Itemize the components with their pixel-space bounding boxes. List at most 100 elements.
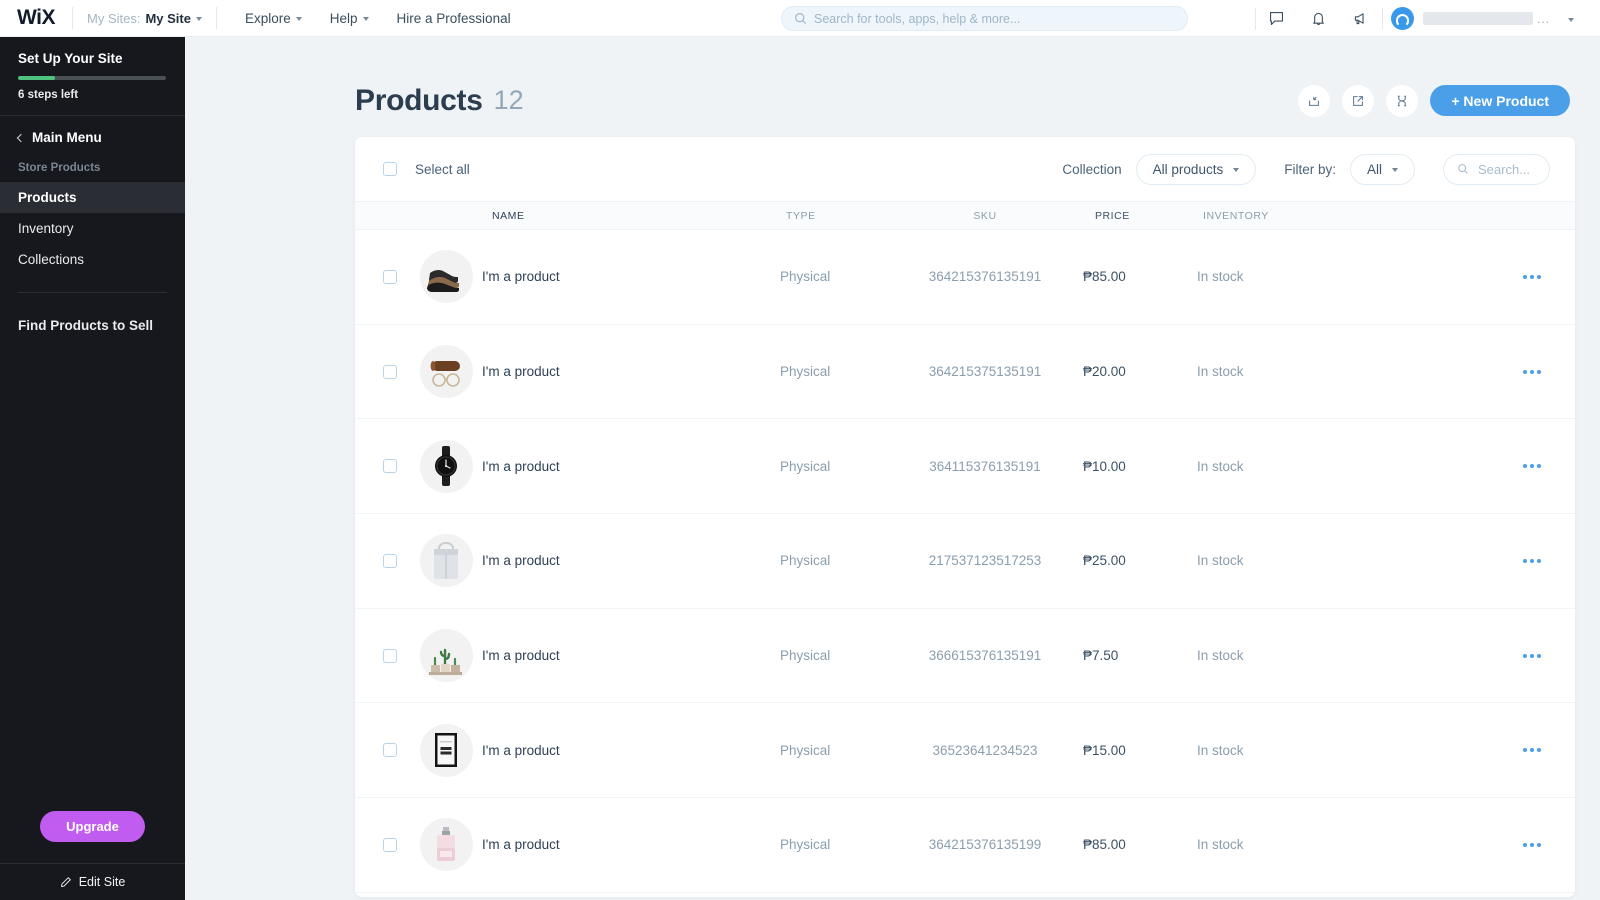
glasses-case-thumbnail	[419, 345, 473, 399]
dot	[1537, 369, 1541, 374]
top-bar-right-actions: ...	[1254, 0, 1592, 37]
dot	[1523, 653, 1527, 658]
dot	[1530, 653, 1534, 658]
cell-product-price: ₱20.00	[1083, 364, 1126, 380]
row-checkbox[interactable]	[383, 553, 397, 568]
cell-product-inventory: In stock	[1197, 648, 1244, 664]
row-more-options-button[interactable]	[1523, 369, 1541, 374]
row-checkbox-cell	[355, 459, 410, 474]
chat-button[interactable]	[1256, 0, 1298, 37]
cell-product-type: Physical	[780, 364, 831, 380]
new-product-button[interactable]: + New Product	[1430, 85, 1570, 116]
row-checkbox[interactable]	[383, 269, 397, 284]
edit-site-label: Edit Site	[78, 875, 126, 889]
filter-by-label: Filter by:	[1284, 161, 1336, 177]
row-checkbox[interactable]	[383, 743, 397, 758]
user-name-redacted	[1422, 12, 1533, 25]
chevron-down-icon	[1392, 168, 1398, 172]
collection-dropdown[interactable]: All products	[1135, 153, 1257, 185]
edit-site-button[interactable]: Edit Site	[0, 863, 185, 900]
row-checkbox-cell	[355, 648, 410, 663]
column-header-inventory: INVENTORY	[1203, 209, 1269, 222]
cell-product-name: I'm a product	[482, 837, 560, 853]
chat-icon	[1270, 11, 1284, 26]
user-menu-button[interactable]	[1550, 0, 1592, 37]
menu-item-hire-a-professional[interactable]: Hire a Professional	[383, 0, 525, 37]
table-row[interactable]: I'm a product Physical 364115376135191 ₱…	[355, 419, 1575, 515]
user-menu-ellipsis: ...	[1536, 11, 1550, 26]
export-button[interactable]	[1342, 84, 1375, 117]
cell-product-type: Physical	[780, 458, 831, 474]
avatar[interactable]	[1390, 7, 1414, 30]
chevron-down-icon	[362, 17, 369, 21]
notifications-button[interactable]	[1298, 0, 1340, 37]
global-search-input[interactable]: Search for tools, apps, help & more...	[781, 6, 1188, 31]
row-checkbox[interactable]	[383, 459, 397, 474]
shoes-thumbnail	[419, 250, 473, 304]
select-all-checkbox[interactable]	[383, 162, 397, 176]
row-checkbox[interactable]	[383, 648, 397, 663]
row-more-options-button[interactable]	[1523, 558, 1541, 563]
sidebar-item-inventory[interactable]: Inventory	[0, 213, 185, 244]
sidebar-item-label: Inventory	[18, 221, 74, 236]
row-checkbox-cell	[355, 364, 410, 379]
collection-dropdown-value: All products	[1152, 161, 1224, 177]
upgrade-button[interactable]: Upgrade	[40, 811, 145, 842]
cell-product-inventory: In stock	[1197, 364, 1244, 380]
row-checkbox[interactable]	[383, 837, 397, 852]
chevron-down-icon	[295, 17, 302, 21]
table-row[interactable]: I'm a product Physical 364215375135191 ₱…	[355, 325, 1575, 420]
row-more-options-button[interactable]	[1523, 842, 1541, 847]
sidebar-item-products[interactable]: Products	[0, 182, 185, 213]
setup-steps-left: 6 steps left	[18, 89, 79, 101]
global-search-placeholder: Search for tools, apps, help & more...	[814, 11, 1021, 26]
dot	[1537, 653, 1541, 658]
announcements-button[interactable]	[1340, 0, 1382, 37]
menu-item-explore[interactable]: Explore	[231, 0, 316, 37]
sidebar-item-collections[interactable]: Collections	[0, 244, 185, 275]
main-menu-back-button[interactable]: Main Menu	[0, 116, 185, 158]
wix-logo[interactable]: WiX	[0, 6, 72, 30]
cell-product-name: I'm a product	[482, 364, 560, 380]
bell-icon	[1313, 12, 1325, 25]
row-more-options-button[interactable]	[1523, 653, 1541, 658]
row-thumbnail-cell	[410, 818, 482, 872]
dot	[1523, 464, 1527, 469]
row-more-options-button[interactable]	[1523, 274, 1541, 279]
products-search-input[interactable]: Search...	[1443, 153, 1550, 185]
cell-product-name: I'm a product	[482, 553, 560, 569]
my-sites-selector[interactable]: My Sites: My Site	[73, 0, 216, 37]
table-row[interactable]: I'm a product Physical 36523641234523 ₱1…	[355, 703, 1575, 799]
cell-product-name: I'm a product	[482, 648, 560, 664]
table-row[interactable]: I'm a product Physical 364215376135191 ₱…	[355, 230, 1575, 325]
cell-product-sku: 36523641234523	[932, 742, 1038, 758]
setup-your-site-widget[interactable]: Set Up Your Site 6 steps left	[0, 37, 185, 101]
row-actions-cell	[1335, 464, 1575, 469]
row-thumbnail-cell	[410, 629, 482, 683]
chevron-down-icon	[1568, 17, 1574, 22]
cell-product-type: Physical	[780, 553, 831, 569]
row-more-options-button[interactable]	[1523, 464, 1541, 469]
column-header-sku: SKU	[973, 209, 997, 222]
my-sites-label: My Sites:	[87, 10, 141, 26]
cell-product-type: Physical	[780, 269, 831, 285]
cell-product-sku: 366615376135191	[928, 648, 1042, 664]
table-row[interactable]: I'm a product Physical 366615376135191 ₱…	[355, 609, 1575, 704]
row-checkbox-cell	[355, 553, 410, 568]
row-more-options-button[interactable]	[1523, 748, 1541, 753]
menu-item-help[interactable]: Help	[316, 0, 383, 37]
cell-product-type: Physical	[780, 648, 831, 664]
sidebar-item-find-products-to-sell[interactable]: Find Products to Sell	[0, 310, 185, 341]
import-button[interactable]	[1298, 84, 1331, 117]
table-row[interactable]: I'm a product Physical 364215376135199 ₱…	[355, 798, 1575, 893]
dot	[1537, 558, 1541, 563]
export-icon	[1353, 95, 1364, 106]
products-toolbar: Select all Collection All products Filte…	[355, 137, 1575, 201]
row-actions-cell	[1335, 748, 1575, 753]
filter-by-dropdown[interactable]: All	[1349, 153, 1415, 185]
dot	[1523, 748, 1527, 753]
sync-button[interactable]	[1386, 84, 1419, 117]
row-checkbox[interactable]	[383, 364, 397, 379]
poster-thumbnail	[419, 723, 473, 777]
table-row[interactable]: I'm a product Physical 217537123517253 ₱…	[355, 514, 1575, 609]
